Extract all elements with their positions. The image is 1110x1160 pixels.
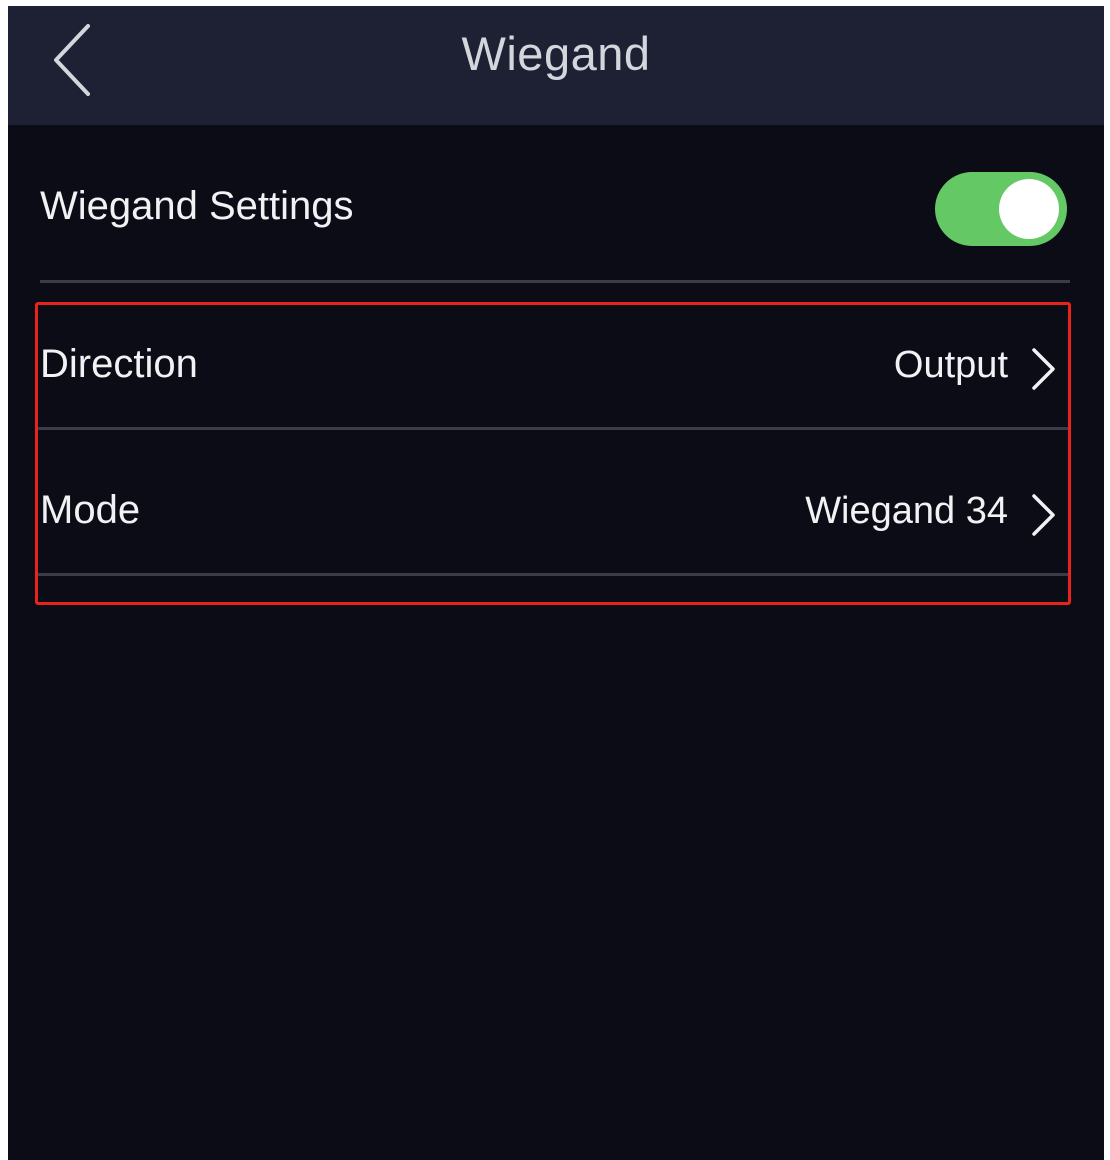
- page-title: Wiegand: [461, 27, 651, 80]
- divider: [40, 280, 1070, 283]
- header-bar: Wiegand: [8, 6, 1104, 125]
- toggle-knob: [999, 179, 1059, 239]
- highlight-box: [35, 302, 1071, 605]
- wiegand-settings-row: Wiegand Settings: [40, 160, 1070, 282]
- chevron-left-icon: [54, 24, 90, 96]
- back-button[interactable]: [44, 20, 104, 100]
- wiegand-screen: Wiegand Wiegand Settings Direction Outpu…: [8, 6, 1104, 1160]
- wiegand-settings-toggle[interactable]: [935, 172, 1067, 246]
- wiegand-settings-label: Wiegand Settings: [40, 184, 354, 228]
